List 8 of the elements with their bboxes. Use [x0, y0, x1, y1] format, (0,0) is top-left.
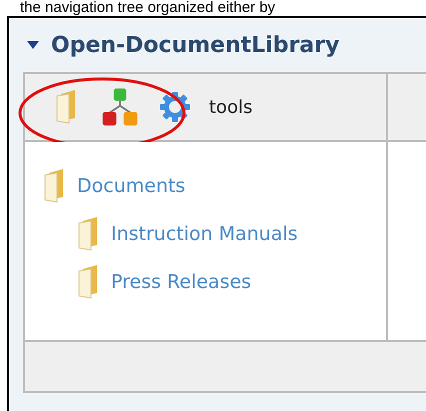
tools-label[interactable]: tools: [209, 96, 252, 118]
caption-text: the navigation tree organized either by: [19, 0, 276, 16]
panel-title: Open-DocumentLibrary: [51, 32, 340, 58]
tree-item[interactable]: Instruction Manuals: [111, 223, 298, 245]
tree-item[interactable]: Press Releases: [111, 271, 252, 293]
tree-item[interactable]: Documents: [77, 175, 186, 197]
collapse-triangle-icon[interactable]: [27, 41, 39, 49]
gear-icon[interactable]: [159, 91, 191, 123]
